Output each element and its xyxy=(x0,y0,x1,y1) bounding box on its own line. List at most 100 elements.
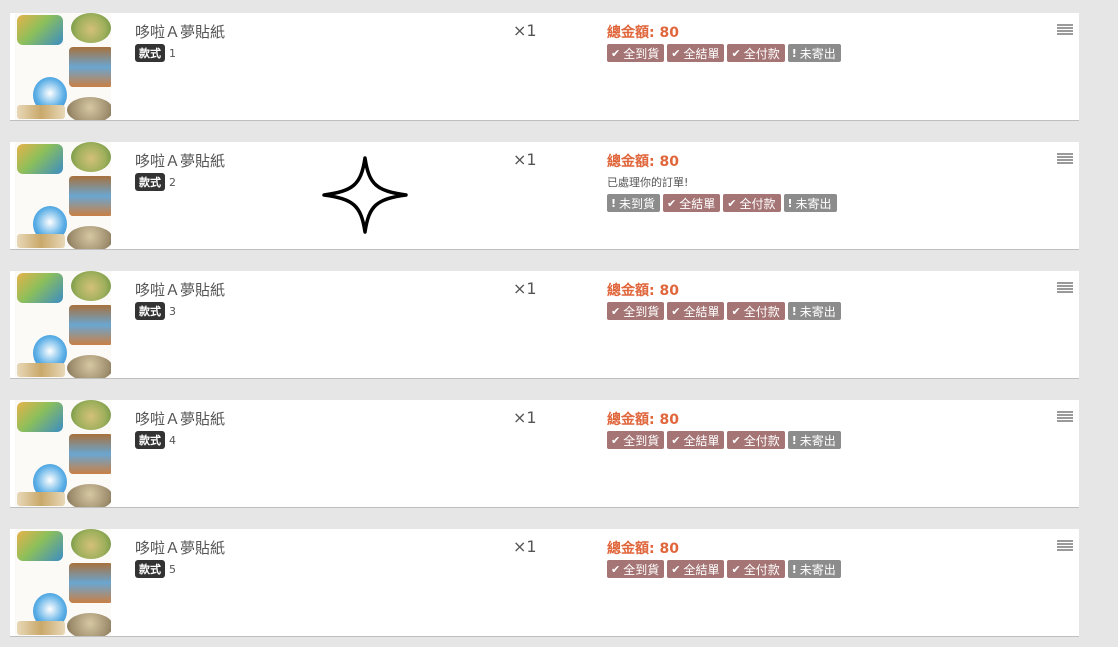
product-title[interactable]: 哆啦Ａ夢貼紙 xyxy=(135,408,225,429)
order-message: 已處理你的訂單! xyxy=(607,176,689,189)
status-badge: ✔ 全結單 xyxy=(667,44,725,62)
variant-value: 3 xyxy=(169,305,176,318)
quantity: ×1 xyxy=(513,408,537,427)
sticker-image xyxy=(17,363,65,377)
status-badge-label: 全結單 xyxy=(679,196,716,211)
status-badge-label: 全結單 xyxy=(683,433,720,448)
order-row: 哆啦Ａ夢貼紙 款式 1 ×1 總金額: 80 ✔ 全到貨 ✔ 全結單 ✔ 全付款 xyxy=(10,13,1079,121)
exclamation-icon: ! xyxy=(791,433,797,447)
order-row: 哆啦Ａ夢貼紙 款式 5 ×1 總金額: 80 ✔ 全到貨 ✔ 全結單 ✔ 全付款 xyxy=(10,529,1079,637)
sticker-image xyxy=(17,234,65,248)
sticker-image xyxy=(67,484,111,507)
status-badges: ✔ 全到貨 ✔ 全結單 ✔ 全付款 ! 未寄出 xyxy=(607,560,841,578)
status-badge: ! 未寄出 xyxy=(783,194,837,212)
variant-info: 款式 2 xyxy=(135,173,176,191)
status-badge: ✔ 全到貨 xyxy=(607,302,665,320)
status-badge-label: 全到貨 xyxy=(623,433,660,448)
status-badge: ✔ 全到貨 xyxy=(607,431,665,449)
variant-info: 款式 3 xyxy=(135,302,176,320)
list-menu-icon[interactable] xyxy=(1057,24,1073,37)
sticker-image xyxy=(17,492,65,506)
exclamation-icon: ! xyxy=(791,562,797,576)
status-badges: ✔ 全到貨 ✔ 全結單 ✔ 全付款 ! 未寄出 xyxy=(607,431,841,449)
product-title[interactable]: 哆啦Ａ夢貼紙 xyxy=(135,21,225,42)
status-badge: ! 未寄出 xyxy=(787,431,841,449)
order-row: 哆啦Ａ夢貼紙 款式 3 ×1 總金額: 80 ✔ 全到貨 ✔ 全結單 ✔ 全付款 xyxy=(10,271,1079,379)
status-badge-label: 全到貨 xyxy=(623,46,660,61)
status-badge-label: 未寄出 xyxy=(799,304,836,319)
order-total: 總金額: 80 xyxy=(607,25,679,41)
product-title[interactable]: 哆啦Ａ夢貼紙 xyxy=(135,150,225,171)
status-badge: ✔ 全付款 xyxy=(727,431,785,449)
status-badge: ✔ 全付款 xyxy=(727,44,785,62)
variant-tag: 款式 xyxy=(135,302,165,320)
exclamation-icon: ! xyxy=(787,196,793,210)
variant-info: 款式 1 xyxy=(135,44,176,62)
status-badge: ✔ 全結單 xyxy=(667,560,725,578)
quantity: ×1 xyxy=(513,279,537,298)
sticker-image xyxy=(17,621,65,635)
status-badge-label: 全到貨 xyxy=(623,562,660,577)
check-icon: ✔ xyxy=(731,433,741,447)
sticker-image xyxy=(17,273,63,303)
status-badge-label: 全付款 xyxy=(743,304,780,319)
sticker-image xyxy=(71,529,111,559)
status-badge-label: 未寄出 xyxy=(799,46,836,61)
check-icon: ✔ xyxy=(731,304,741,318)
variant-value: 5 xyxy=(169,563,176,576)
status-badge-label: 全到貨 xyxy=(623,304,660,319)
product-thumbnail[interactable] xyxy=(15,13,111,120)
sticker-image xyxy=(71,271,111,301)
list-menu-icon[interactable] xyxy=(1057,540,1073,553)
list-menu-icon[interactable] xyxy=(1057,411,1073,424)
product-thumbnail[interactable] xyxy=(15,400,111,507)
status-badge: ✔ 全結單 xyxy=(667,302,725,320)
status-badge-label: 全結單 xyxy=(683,562,720,577)
exclamation-icon: ! xyxy=(791,46,797,60)
status-badge: ! 未到貨 xyxy=(607,194,661,212)
sticker-image xyxy=(69,434,111,474)
variant-tag: 款式 xyxy=(135,431,165,449)
status-badge-label: 全付款 xyxy=(743,433,780,448)
exclamation-icon: ! xyxy=(791,304,797,318)
sticker-image xyxy=(17,15,63,45)
variant-value: 2 xyxy=(169,176,176,189)
sticker-image xyxy=(17,144,63,174)
sticker-image xyxy=(69,563,111,603)
variant-tag: 款式 xyxy=(135,560,165,578)
check-icon: ✔ xyxy=(727,196,737,210)
sticker-image xyxy=(71,400,111,430)
order-row: 哆啦Ａ夢貼紙 款式 4 ×1 總金額: 80 ✔ 全到貨 ✔ 全結單 ✔ 全付款 xyxy=(10,400,1079,508)
sticker-image xyxy=(67,97,111,120)
quantity: ×1 xyxy=(513,537,537,556)
status-badges: ✔ 全到貨 ✔ 全結單 ✔ 全付款 ! 未寄出 xyxy=(607,302,841,320)
variant-info: 款式 5 xyxy=(135,560,176,578)
status-badge: ✔ 全到貨 xyxy=(607,560,665,578)
order-row: 哆啦Ａ夢貼紙 款式 2 ×1 總金額: 80 已處理你的訂單! ! 未到貨 ✔ 全… xyxy=(10,142,1079,250)
order-total: 總金額: 80 xyxy=(607,541,679,557)
status-badge-label: 未寄出 xyxy=(799,562,836,577)
sticker-image xyxy=(67,613,111,636)
status-badges: ! 未到貨 ✔ 全結單 ✔ 全付款 ! 未寄出 xyxy=(607,194,837,212)
product-thumbnail[interactable] xyxy=(15,271,111,378)
product-title[interactable]: 哆啦Ａ夢貼紙 xyxy=(135,279,225,300)
status-badge-label: 全結單 xyxy=(683,304,720,319)
variant-value: 1 xyxy=(169,47,176,60)
status-badge: ✔ 全到貨 xyxy=(607,44,665,62)
status-badge-label: 全付款 xyxy=(743,46,780,61)
product-thumbnail[interactable] xyxy=(15,529,111,636)
sticker-image xyxy=(67,226,111,249)
variant-info: 款式 4 xyxy=(135,431,176,449)
order-total: 總金額: 80 xyxy=(607,283,679,299)
sticker-image xyxy=(69,305,111,345)
status-badge: ✔ 全結單 xyxy=(663,194,721,212)
product-title[interactable]: 哆啦Ａ夢貼紙 xyxy=(135,537,225,558)
list-menu-icon[interactable] xyxy=(1057,282,1073,295)
check-icon: ✔ xyxy=(671,46,681,60)
list-menu-icon[interactable] xyxy=(1057,153,1073,166)
check-icon: ✔ xyxy=(731,46,741,60)
status-badge: ! 未寄出 xyxy=(787,302,841,320)
status-badge-label: 未寄出 xyxy=(799,433,836,448)
product-thumbnail[interactable] xyxy=(15,142,111,249)
sticker-image xyxy=(71,13,111,43)
